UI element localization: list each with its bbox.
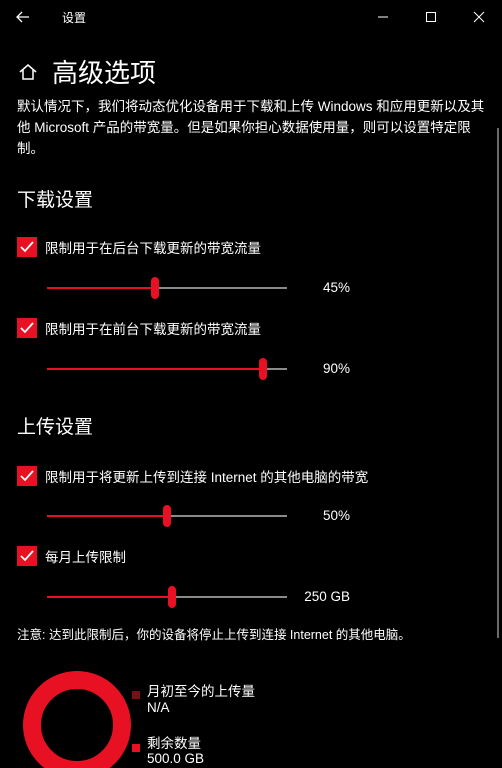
close-button[interactable] xyxy=(456,2,502,32)
remaining-legend-swatch xyxy=(132,744,140,752)
remaining-value: 500.0 GB xyxy=(147,751,205,766)
scrollbar-thumb[interactable] xyxy=(497,128,499,638)
foreground-download-value: 90% xyxy=(322,361,350,376)
window-title: 设置 xyxy=(62,11,87,25)
monthly-upload-limit-slider[interactable] xyxy=(47,585,287,609)
uploaded-legend-swatch xyxy=(132,691,140,699)
usage-donut-chart xyxy=(23,671,131,768)
slider-thumb[interactable] xyxy=(163,505,171,527)
checkmark-icon xyxy=(20,241,34,253)
checkbox-checked[interactable] xyxy=(17,318,37,338)
back-arrow-icon xyxy=(16,11,29,23)
checkbox-checked[interactable] xyxy=(17,237,37,257)
maximize-button[interactable] xyxy=(408,2,454,32)
upload-limit-note: 注意: 达到此限制后，你的设备将停止上传到连接 Internet 的其他电脑。 xyxy=(17,628,411,642)
slider-thumb[interactable] xyxy=(259,358,267,380)
monthly-upload-limit-label: 每月上传限制 xyxy=(45,550,126,565)
limit-foreground-download-checkbox[interactable]: 限制用于在前台下载更新的带宽流量 xyxy=(17,317,261,339)
page-description: 默认情况下，我们将动态优化设备用于下载和上传 Windows 和应用更新以及其他… xyxy=(17,99,485,156)
limit-background-download-label: 限制用于在后台下载更新的带宽流量 xyxy=(45,241,261,256)
remaining-label: 剩余数量 xyxy=(147,736,201,751)
limit-upload-bandwidth-checkbox[interactable]: 限制用于将更新上传到连接 Internet 的其他电脑的带宽 xyxy=(17,465,368,487)
checkbox-checked[interactable] xyxy=(17,466,37,486)
settings-window: 设置 高级选项 默认情况下，我们将动态优化设备用于下载和上传 Windows 和… xyxy=(0,0,502,768)
close-icon xyxy=(473,11,485,23)
limit-background-download-checkbox[interactable]: 限制用于在后台下载更新的带宽流量 xyxy=(17,236,261,258)
slider-thumb[interactable] xyxy=(168,586,176,608)
home-icon xyxy=(19,64,37,80)
uploaded-label: 月初至今的上传量 xyxy=(147,684,255,699)
slider-fill xyxy=(47,368,263,370)
slider-fill xyxy=(47,515,167,517)
upload-section-title: 上传设置 xyxy=(17,417,94,438)
background-download-slider[interactable] xyxy=(47,276,287,300)
upload-bandwidth-slider[interactable] xyxy=(47,504,287,528)
slider-fill xyxy=(47,596,172,598)
uploaded-value: N/A xyxy=(147,700,170,715)
checkmark-icon xyxy=(20,322,34,334)
minimize-icon xyxy=(378,16,388,18)
remaining-ring xyxy=(23,671,131,768)
slider-fill xyxy=(47,287,155,289)
title-bar: 设置 xyxy=(0,0,502,34)
maximize-icon xyxy=(426,12,436,22)
limit-upload-bandwidth-label: 限制用于将更新上传到连接 Internet 的其他电脑的带宽 xyxy=(45,470,369,485)
page-title: 高级选项 xyxy=(52,58,157,88)
foreground-download-slider[interactable] xyxy=(47,357,287,381)
slider-thumb[interactable] xyxy=(151,277,159,299)
monthly-upload-limit-checkbox[interactable]: 每月上传限制 xyxy=(17,545,126,567)
monthly-upload-limit-value: 250 GB xyxy=(304,589,350,604)
upload-bandwidth-value: 50% xyxy=(322,508,350,523)
checkmark-icon xyxy=(20,470,34,482)
background-download-value: 45% xyxy=(322,280,350,295)
minimize-button[interactable] xyxy=(360,2,406,32)
checkbox-checked[interactable] xyxy=(17,546,37,566)
checkmark-icon xyxy=(20,550,34,562)
download-section-title: 下载设置 xyxy=(17,190,94,211)
limit-foreground-download-label: 限制用于在前台下载更新的带宽流量 xyxy=(45,322,261,337)
back-button[interactable] xyxy=(6,2,40,32)
